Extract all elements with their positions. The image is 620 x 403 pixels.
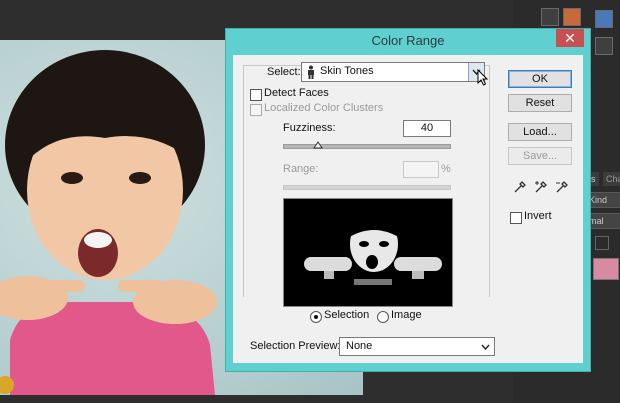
detect-faces-checkbox[interactable] [250,89,262,101]
fuzziness-label: Fuzziness: [283,122,336,134]
reset-button[interactable]: Reset [508,94,572,112]
range-slider-track[interactable] [283,185,451,190]
selection-preview-value: None [346,340,373,352]
ok-button[interactable]: OK [508,70,572,88]
dialog-client: Select: Skin Tones Detect Faces Localize… [233,55,583,363]
select-dropdown[interactable]: Skin Tones [301,62,485,82]
range-unit: % [441,163,451,175]
selection-preview-image [283,198,453,307]
dialog-titlebar[interactable]: Color Range ✕ [226,29,590,54]
layer-thumbnail[interactable] [593,258,619,280]
close-button[interactable]: ✕ [556,29,584,47]
image-radio[interactable] [377,311,389,323]
group-divider [243,65,244,297]
invert-label: Invert [524,210,552,222]
color-swatch-icon[interactable] [563,8,581,26]
load-button[interactable]: Load... [508,123,572,141]
eyedropper-add-icon[interactable] [534,180,548,194]
blend-mode-field[interactable]: mal [585,213,620,229]
localized-color-clusters-checkbox[interactable] [250,104,262,116]
save-button[interactable]: Save... [508,147,572,165]
panel-icon[interactable] [595,37,613,55]
kind-filter-field[interactable]: Kind [585,192,620,208]
mouse-cursor-icon [477,69,489,86]
panel-icon[interactable] [595,10,613,28]
eyedropper-icon[interactable] [513,180,527,194]
selection-radio[interactable] [310,311,322,323]
lock-icon[interactable] [595,236,609,250]
range-input[interactable] [403,161,439,178]
chevron-down-icon [481,344,490,350]
group-divider [489,65,490,297]
image-icon[interactable] [541,8,559,26]
selection-radio-label: Selection [324,309,370,321]
invert-checkbox[interactable] [510,212,522,224]
image-radio-label: Image [391,309,422,321]
color-range-dialog: Color Range ✕ Select: Skin Tones Detect … [226,29,590,371]
localized-color-clusters-label: Localized Color Clusters [264,102,384,114]
selection-preview-label: Selection Preview: [250,340,341,352]
select-label: Select: [267,66,301,78]
tab-channels[interactable]: Cha [603,172,620,186]
fuzziness-slider-track[interactable] [283,144,451,149]
mask-preview-graphic [304,214,442,285]
close-icon: ✕ [564,30,576,46]
fuzziness-input[interactable]: 40 [403,120,451,137]
fuzziness-slider-thumb[interactable] [313,141,323,149]
eyedropper-subtract-icon[interactable] [555,180,569,194]
person-icon [308,65,314,79]
dialog-title: Color Range [371,33,445,48]
select-value: Skin Tones [320,65,374,77]
detect-faces-label: Detect Faces [264,87,329,99]
selection-preview-dropdown[interactable]: None [339,337,495,356]
range-label: Range: [283,163,319,175]
